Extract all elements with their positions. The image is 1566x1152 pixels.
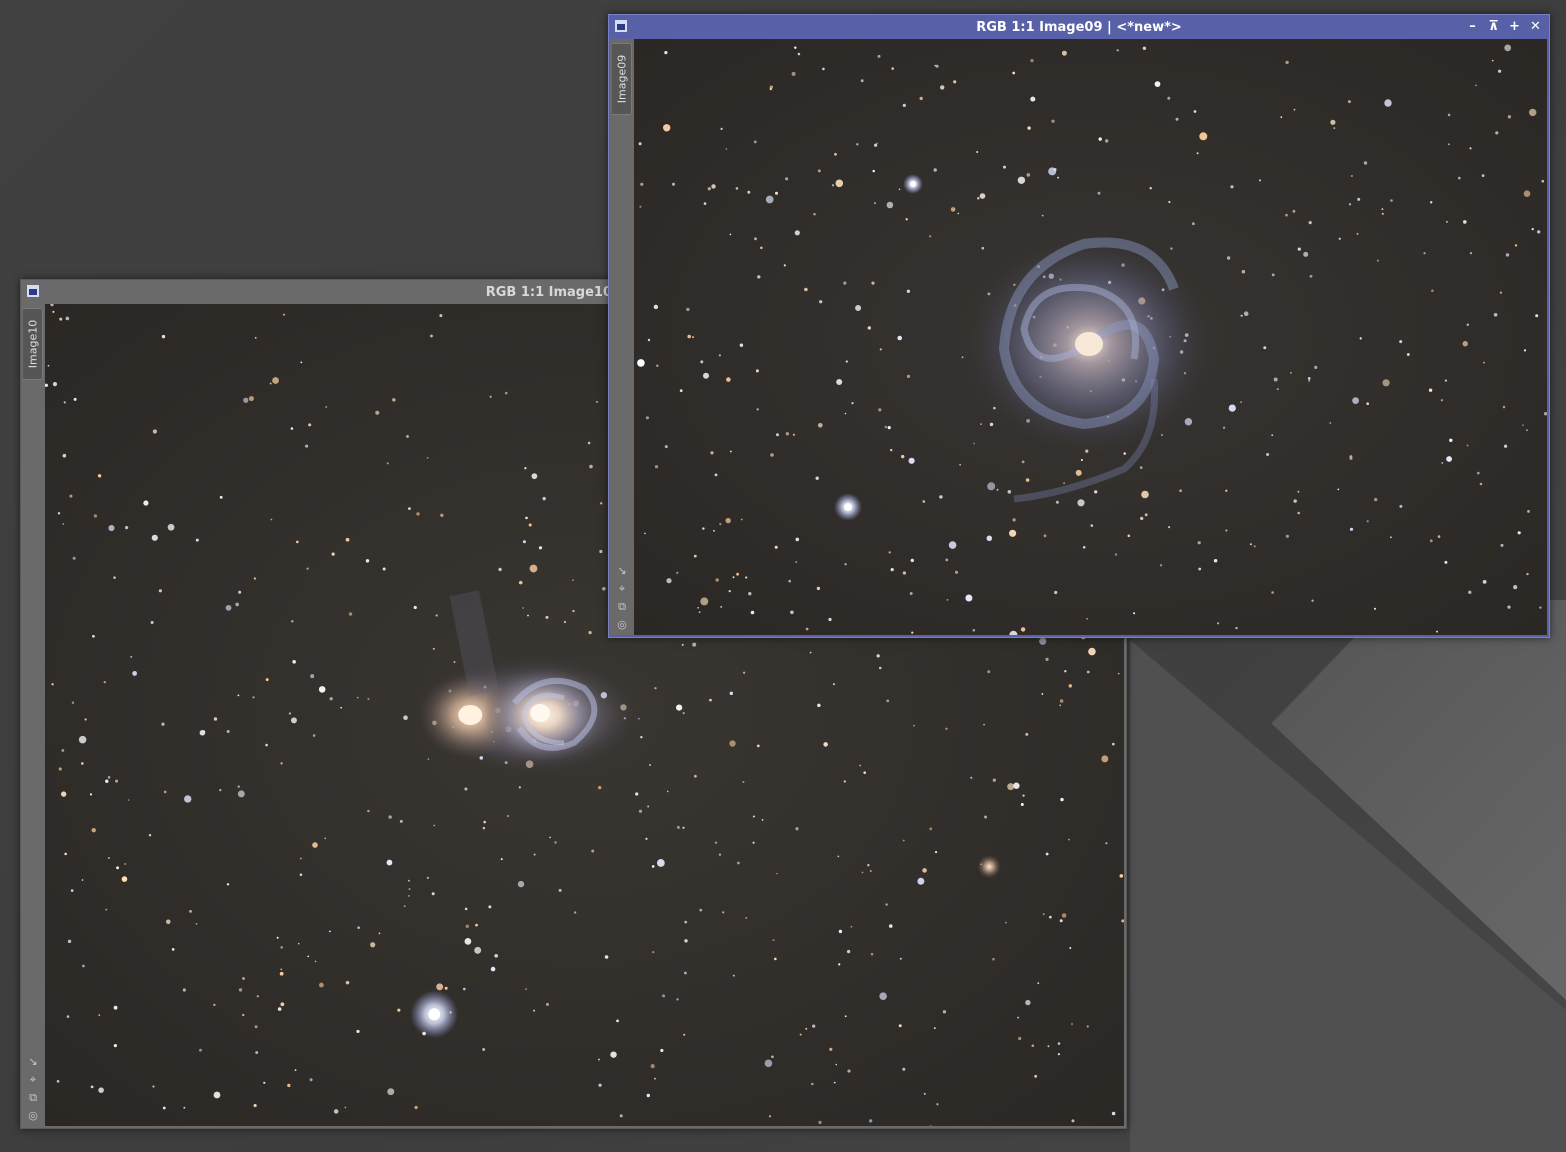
window-icon[interactable]	[27, 285, 39, 297]
preview-icon[interactable]: ◎	[616, 619, 628, 631]
view-tab-image09[interactable]: Image09	[612, 43, 632, 115]
shade-icon[interactable]: ⊼	[1486, 19, 1501, 34]
image-m101-pinwheel	[634, 39, 1547, 635]
view-tab-label: Image10	[26, 319, 39, 369]
minimize-icon[interactable]: –	[1465, 19, 1480, 34]
image-window-image09[interactable]: RGB 1:1 Image09 | <*new*> – ⊼ + ✕ Image0…	[608, 14, 1550, 638]
zoom-to-fit-icon[interactable]: ⌖	[616, 583, 628, 595]
fit-view-icon[interactable]: ↘	[616, 565, 628, 577]
image-canvas[interactable]	[634, 39, 1547, 635]
clone-icon[interactable]: ⧉	[27, 1092, 39, 1104]
zoom-to-fit-icon[interactable]: ⌖	[27, 1074, 39, 1086]
view-sidebar: Image10 ↘ ⌖ ⧉ ◎	[21, 304, 45, 1128]
close-icon[interactable]: ✕	[1528, 19, 1543, 34]
window-title: RGB 1:1 Image09 | <*new*>	[976, 19, 1182, 35]
title-bar[interactable]: RGB 1:1 Image09 | <*new*> – ⊼ + ✕	[609, 15, 1549, 39]
view-sidebar: Image09 ↘ ⌖ ⧉ ◎	[610, 39, 634, 635]
view-tab-image10[interactable]: Image10	[23, 308, 43, 380]
window-icon[interactable]	[615, 20, 627, 32]
preview-icon[interactable]: ◎	[27, 1110, 39, 1122]
maximize-icon[interactable]: +	[1507, 19, 1522, 34]
window-buttons: – ⊼ + ✕	[1465, 19, 1543, 34]
fit-view-icon[interactable]: ↘	[27, 1056, 39, 1068]
clone-icon[interactable]: ⧉	[616, 601, 628, 613]
view-tab-label: Image09	[615, 54, 628, 104]
